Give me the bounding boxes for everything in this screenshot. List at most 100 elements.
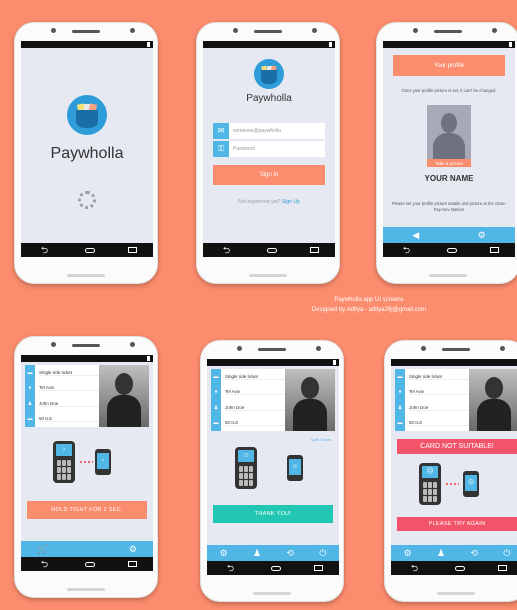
back-arrow-icon[interactable]: ◀ xyxy=(412,230,419,241)
avatar-placeholder[interactable] xyxy=(427,105,471,159)
mail-icon: ✉ xyxy=(213,123,229,139)
ticket-holder: John Doe xyxy=(225,405,285,411)
phone-splash: Paywholla ⮌ xyxy=(14,22,158,284)
error-screen: ▬ ● ♟ ▬ Single ride ticket Tel Aviv John Do… xyxy=(391,359,517,575)
main-tab-bar: ⚙ ♟ ⟲ ⏻ xyxy=(391,545,517,561)
back-icon[interactable]: ⮌ xyxy=(400,243,414,257)
ticket-price: 50 ILS xyxy=(409,420,469,427)
profile-note-bottom: Please set your profile picture details … xyxy=(391,201,507,212)
ticket-details: Single ride ticket Tel Aviv John Doe 50 … xyxy=(405,369,469,431)
try-again-message: PLEASE TRY AGAIN xyxy=(397,517,517,531)
ticket-icon: ▬ xyxy=(397,373,403,380)
password-field[interactable]: ⚿ Password xyxy=(213,141,325,157)
loading-spinner-icon xyxy=(78,191,96,209)
caption-credit: Designed by Aditya - aditya26j@gmail.com xyxy=(311,306,427,313)
location-icon: ● xyxy=(28,385,32,392)
profile-header: Your profile xyxy=(393,55,505,76)
back-icon[interactable]: ⮌ xyxy=(408,561,422,575)
home-icon[interactable] xyxy=(84,561,95,567)
history-icon[interactable]: ⟲ xyxy=(470,548,478,559)
register-prompt: Not registered yet? Sign Up xyxy=(203,199,335,205)
ticket-icon: ▬ xyxy=(213,373,219,380)
sensor xyxy=(312,28,317,33)
settings-gear-icon[interactable]: ⚙ xyxy=(220,548,228,559)
status-bar xyxy=(207,359,339,366)
home-indicator xyxy=(67,274,105,277)
ticket-price: 50 ILS xyxy=(225,420,285,427)
profile-action-bar: ◀ ⚙ xyxy=(383,227,515,243)
recent-apps-icon[interactable] xyxy=(489,247,499,253)
pocket-logo-icon xyxy=(254,59,284,89)
thanks-screen: ▬ ● ♟ ▬ Single ride ticket Tel Aviv John Do… xyxy=(207,359,339,575)
ticket-icon: ▬ xyxy=(27,369,33,376)
sign-up-link[interactable]: Sign Up xyxy=(282,199,300,205)
sign-in-button[interactable]: Sign in xyxy=(213,165,325,185)
back-icon[interactable]: ⮌ xyxy=(38,243,52,257)
settings-gear-icon[interactable]: ⚙ xyxy=(129,544,137,555)
key-icon: ⚿ xyxy=(213,141,229,157)
profile-name: YOUR NAME xyxy=(424,174,474,183)
phone-login: Paywholla ✉ someone@paywholla ⚿ Password… xyxy=(196,22,340,284)
recent-apps-icon[interactable] xyxy=(313,565,323,571)
recent-apps-icon[interactable] xyxy=(127,247,137,253)
battery-icon xyxy=(509,42,512,47)
power-icon[interactable]: ⏻ xyxy=(319,548,326,559)
android-navbar: ⮌ xyxy=(383,243,515,257)
ticket-card: ▬ ● ♟ ▬ Single ride ticket Tel Aviv John Do… xyxy=(211,369,335,431)
ticket-details: Single ride ticket Tel Aviv John Doe 50 … xyxy=(221,369,285,431)
brand-title: Paywholla xyxy=(246,93,292,104)
recent-apps-icon[interactable] xyxy=(497,565,507,571)
mobile-phone-icon: ☹ xyxy=(463,471,479,497)
home-icon[interactable] xyxy=(270,565,281,571)
profile-screen: Your profile Once your profile picture i… xyxy=(383,41,515,257)
email-field[interactable]: ✉ someone@paywholla xyxy=(213,123,325,139)
back-icon[interactable]: ⮌ xyxy=(220,243,234,257)
profile-icon[interactable]: ♟ xyxy=(437,548,445,559)
recent-apps-icon[interactable] xyxy=(127,561,137,567)
speaker xyxy=(72,30,100,33)
ticket-icons: ▬ ● ♟ ▬ xyxy=(395,369,405,431)
hold-screen: ▬ ● ♟ ▬ Single ride ticket Tel Aviv John Do… xyxy=(21,355,153,571)
front-camera xyxy=(421,346,426,351)
back-icon[interactable]: ⮌ xyxy=(224,561,238,575)
status-bar xyxy=(21,355,153,362)
not-registered-text: Not registered yet? xyxy=(238,199,281,205)
settings-gear-icon[interactable]: ⚙ xyxy=(478,230,486,241)
home-indicator xyxy=(437,592,475,595)
ticket-details: Single ride ticket Tel Aviv John Doe 50 … xyxy=(35,365,99,427)
brand-title: Paywholla xyxy=(50,145,124,162)
mobile-phone-icon: ‹ xyxy=(95,449,111,475)
ticket-card: ▬ ● ♟ ▬ Single ride ticket Tel Aviv John Do… xyxy=(395,369,517,431)
password-placeholder: Password xyxy=(233,146,255,152)
ticket-holder: John Doe xyxy=(409,405,469,411)
history-icon[interactable]: ⟲ xyxy=(286,548,294,559)
holder-photo xyxy=(469,369,517,431)
settings-gear-icon[interactable]: ⚙ xyxy=(404,548,412,559)
payment-terminal-icon: ☹ xyxy=(419,463,441,505)
holder-photo xyxy=(285,369,335,431)
home-indicator xyxy=(249,274,287,277)
speaker xyxy=(254,30,282,33)
safe-travel-link[interactable]: Safe Travel xyxy=(311,437,331,442)
payment-terminal-icon: › xyxy=(53,441,75,483)
user-icon: ♟ xyxy=(27,400,33,407)
status-bar xyxy=(383,41,515,48)
home-icon[interactable] xyxy=(84,247,95,253)
take-picture-button[interactable]: Take a picture xyxy=(427,159,471,167)
home-icon[interactable] xyxy=(266,247,277,253)
android-navbar: ⮌ xyxy=(203,243,335,257)
sensor xyxy=(130,342,135,347)
home-icon[interactable] xyxy=(454,565,465,571)
profile-icon[interactable]: ♟ xyxy=(253,548,261,559)
cart-icon[interactable]: 🛒 xyxy=(37,544,48,555)
status-bar xyxy=(21,41,153,48)
thank-you-message: THANK YOU! xyxy=(213,505,333,523)
home-icon[interactable] xyxy=(446,247,457,253)
front-camera xyxy=(413,28,418,33)
recent-apps-icon[interactable] xyxy=(309,247,319,253)
mobile-phone-icon: ☺ xyxy=(287,455,303,481)
back-icon[interactable]: ⮌ xyxy=(38,557,52,571)
transfer-dots xyxy=(445,483,459,485)
profile-note-top: Once your profile picture is set, it can… xyxy=(401,88,497,93)
power-icon[interactable]: ⏻ xyxy=(503,548,510,559)
